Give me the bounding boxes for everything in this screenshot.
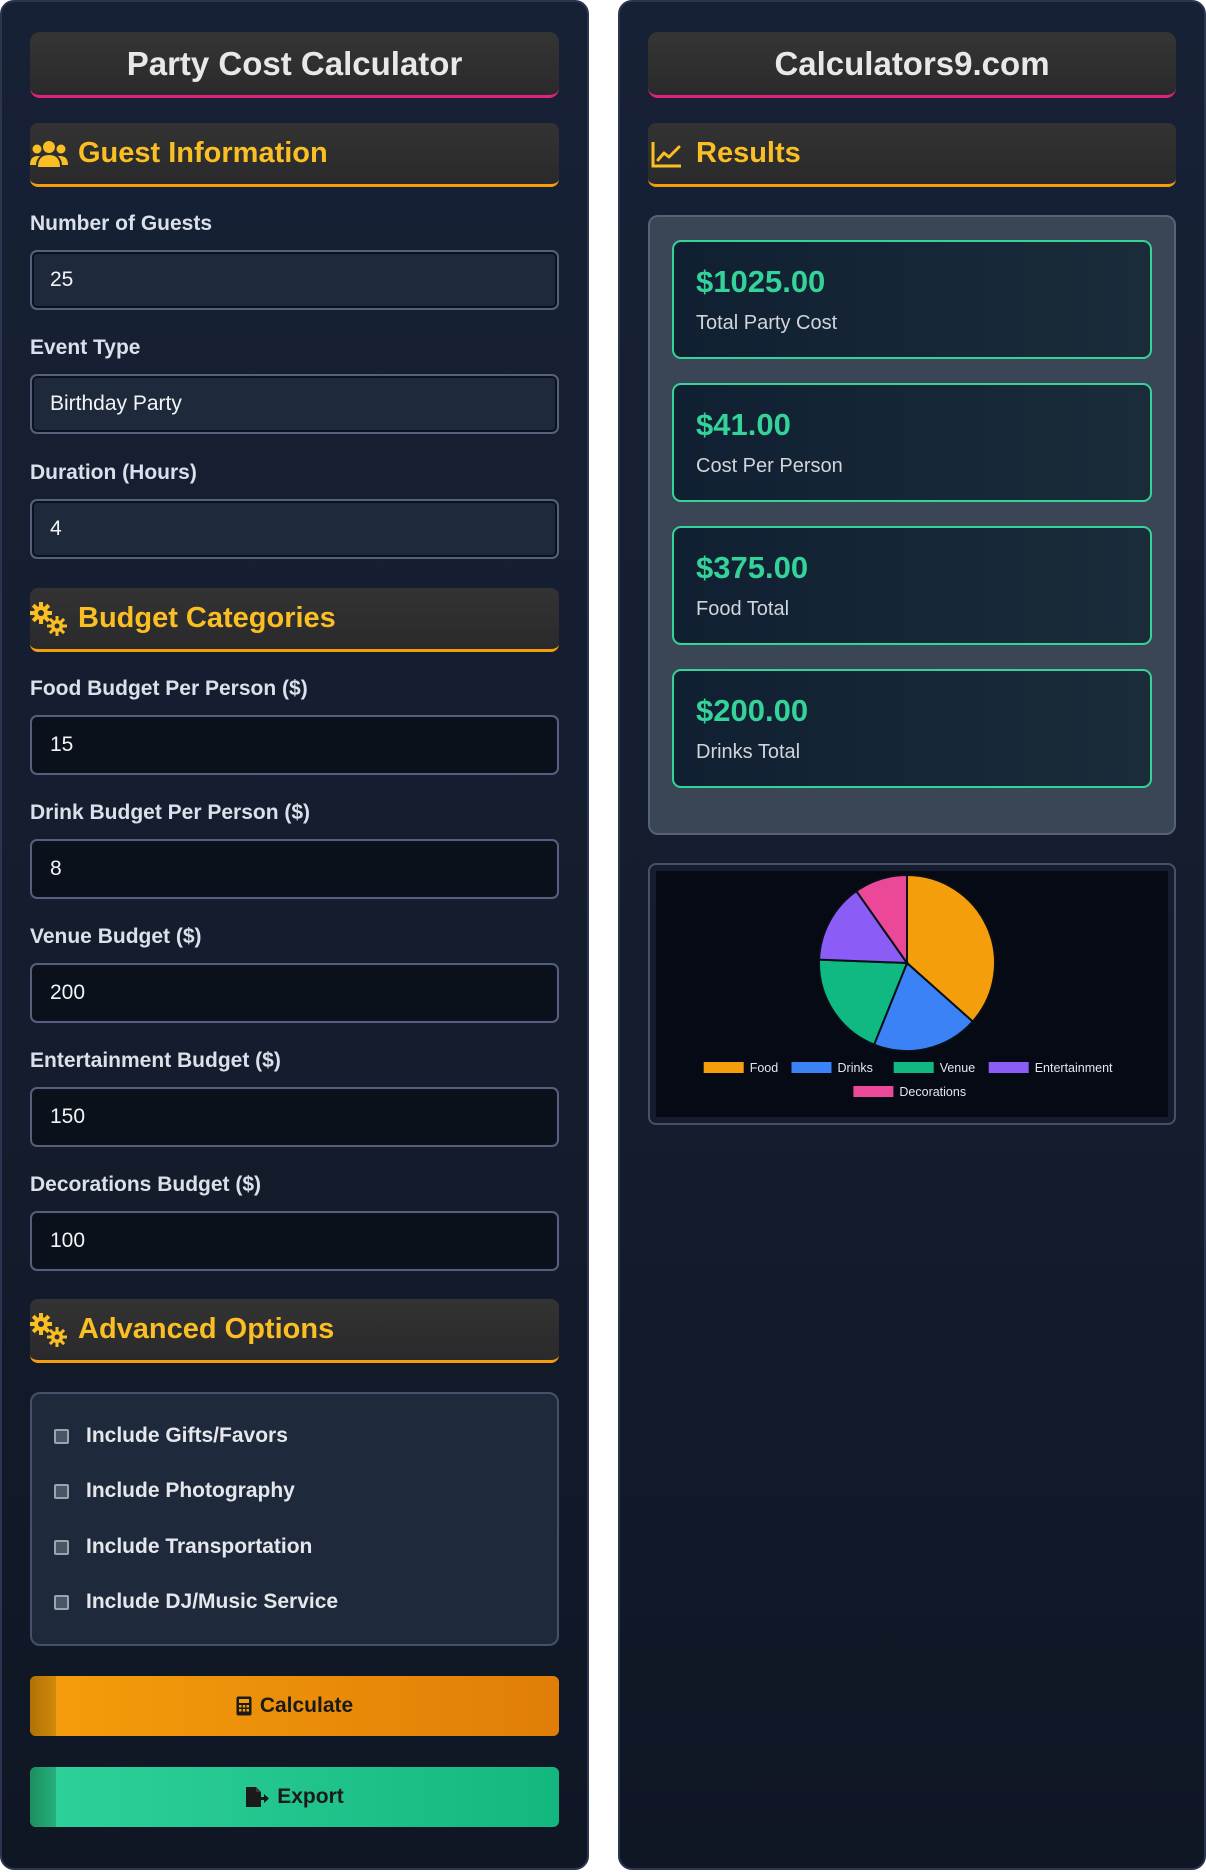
venue-budget-input[interactable]: 200 [30,963,559,1023]
calculator-icon [236,1696,252,1716]
advanced-options-box: Include Gifts/Favors Include Photography… [30,1392,559,1646]
checkbox[interactable] [54,1483,69,1499]
results-panel: Calculators9.com Results $1025.00 Total … [618,0,1206,1870]
result-drinks-total: $200.00 Drinks Total [672,669,1152,788]
legend-swatch-drinks[interactable] [791,1062,832,1073]
entertainment-budget-input[interactable]: 150 [30,1087,559,1147]
option-gifts[interactable]: Include Gifts/Favors [54,1424,288,1448]
event-type-select[interactable]: Birthday Party [30,374,559,434]
duration-label: Duration (Hours) [30,461,197,484]
checkbox[interactable] [54,1594,69,1610]
result-label: Total Party Cost [696,312,838,334]
calculate-button[interactable]: Calculate [30,1676,559,1736]
button-edge [30,1767,56,1827]
guests-label: Number of Guests [30,212,213,235]
export-button[interactable]: Export [30,1767,559,1827]
result-label: Cost Per Person [696,455,843,477]
pie-chart: Food Drinks Venue Entertainment Decorations [703,873,1113,1099]
entertainment-budget-label: Entertainment Budget ($) [30,1049,281,1072]
guests-input[interactable]: 25 [30,250,559,310]
result-label: Drinks Total [696,741,801,763]
result-value: $375.00 [696,550,809,585]
gears-icon [30,601,68,636]
section-budget-categories: Budget Categories [30,588,559,652]
event-type-label: Event Type [30,336,141,359]
decorations-budget-label: Decorations Budget ($) [30,1173,262,1196]
section-title: Guest Information [78,137,328,169]
option-label: Include Gifts/Favors [86,1424,288,1447]
page-title: Party Cost Calculator [30,32,559,98]
result-label: Food Total [696,598,790,620]
food-budget-input[interactable]: 15 [30,715,559,775]
legend-label-drinks[interactable]: Drinks [838,1061,873,1075]
legend-label-food[interactable]: Food [750,1061,779,1075]
checkbox[interactable] [54,1428,69,1444]
chart-canvas: Food Drinks Venue Entertainment Decorations [656,871,1168,1117]
button-edge [30,1676,56,1736]
users-icon [30,137,68,171]
chart-container: Food Drinks Venue Entertainment Decorations [648,863,1176,1125]
file-export-icon [245,1786,270,1808]
section-guest-information: Guest Information [30,123,559,187]
result-food-total: $375.00 Food Total [672,526,1152,645]
calculate-label: Calculate [259,1694,354,1717]
option-transportation[interactable]: Include Transportation [54,1535,312,1559]
result-cost-per-person: $41.00 Cost Per Person [672,383,1152,502]
legend-swatch-food[interactable] [703,1062,744,1073]
venue-budget-label: Venue Budget ($) [30,925,202,948]
drink-budget-input[interactable]: 8 [30,839,559,899]
option-label: Include Transportation [86,1535,313,1558]
legend-label-entertainment[interactable]: Entertainment [1035,1061,1113,1075]
drink-budget-label: Drink Budget Per Person ($) [30,801,311,824]
option-label: Include Photography [86,1479,295,1502]
section-title: Results [696,137,801,169]
result-value: $1025.00 [696,264,826,299]
legend-swatch-entertainment[interactable] [988,1062,1029,1073]
section-title: Budget Categories [78,602,336,634]
results-box: $1025.00 Total Party Cost $41.00 Cost Pe… [648,215,1176,835]
legend-label-decorations[interactable]: Decorations [899,1085,966,1099]
duration-input[interactable]: 4 [30,499,559,559]
result-value: $200.00 [696,693,809,728]
legend-label-venue[interactable]: Venue [940,1061,976,1075]
section-results: Results [648,123,1176,187]
section-title: Advanced Options [78,1313,335,1345]
checkbox[interactable] [54,1539,69,1555]
line-chart-icon [648,137,686,171]
decorations-budget-input[interactable]: 100 [30,1211,559,1271]
food-budget-label: Food Budget Per Person ($) [30,677,308,700]
legend-swatch-decorations[interactable] [853,1086,894,1097]
gears-icon [30,1312,68,1347]
option-photography[interactable]: Include Photography [54,1479,295,1503]
option-label: Include DJ/Music Service [86,1590,339,1613]
site-title: Calculators9.com [648,32,1176,98]
option-dj-music[interactable]: Include DJ/Music Service [54,1590,338,1614]
result-value: $41.00 [696,407,791,442]
export-label: Export [277,1785,344,1808]
section-advanced-options: Advanced Options [30,1299,559,1363]
legend-swatch-venue[interactable] [893,1062,934,1073]
result-total-cost: $1025.00 Total Party Cost [672,240,1152,359]
calculator-panel: Party Cost Calculator Guest Information … [0,0,589,1870]
